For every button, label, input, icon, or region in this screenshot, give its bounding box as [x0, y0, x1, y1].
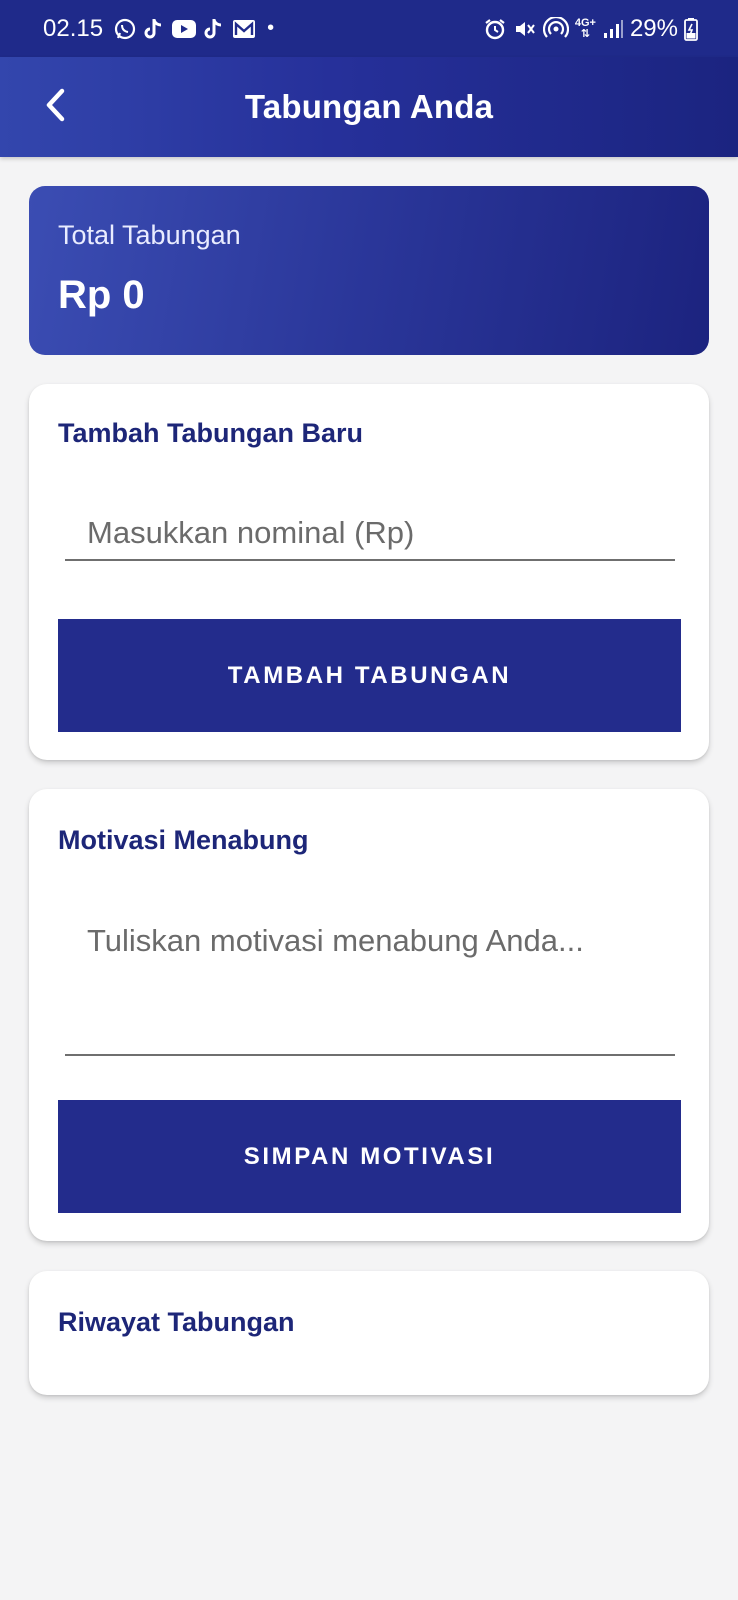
back-button[interactable] [30, 82, 80, 132]
status-bar-left: 02.15 • [43, 15, 274, 43]
tiktok-icon [143, 17, 165, 41]
signal-icon [602, 18, 624, 40]
add-savings-title: Tambah Tabungan Baru [58, 418, 364, 448]
notification-dot-icon: • [267, 17, 275, 39]
tiktok-icon [203, 17, 225, 41]
youtube-icon [171, 18, 197, 40]
amount-input-wrapper [65, 509, 675, 561]
app-bar: Tabungan Anda [0, 57, 738, 157]
history-card: Riwayat Tabungan [29, 1271, 709, 1395]
chevron-left-icon [40, 85, 70, 130]
total-savings-label: Total Tabungan [58, 220, 241, 250]
motivation-title: Motivasi Menabung [58, 825, 309, 855]
motivation-card: Motivasi Menabung SIMPAN MOTIVASI [29, 789, 709, 1241]
page-title: Tabungan Anda [244, 88, 494, 125]
status-time: 02.15 [43, 14, 104, 42]
add-savings-card: Tambah Tabungan Baru TAMBAH TABUNGAN [29, 384, 709, 760]
mail-icon [231, 17, 257, 41]
battery-percent: 29% [629, 14, 678, 42]
battery-charging-icon [684, 17, 698, 41]
mute-icon [513, 17, 537, 41]
history-title: Riwayat Tabungan [58, 1307, 295, 1337]
hotspot-icon [542, 16, 569, 41]
status-bar-right: 4G+ ⇅ 29% [483, 15, 698, 43]
status-bar: 02.15 • 4G+ ⇅ 29% [0, 0, 738, 57]
alarm-icon [483, 17, 507, 41]
total-savings-card: Total Tabungan Rp 0 [29, 186, 709, 355]
motivation-textarea[interactable] [65, 899, 675, 1049]
motivation-input-wrapper [65, 899, 675, 1056]
save-motivation-button[interactable]: SIMPAN MOTIVASI [58, 1100, 681, 1213]
total-savings-value: Rp 0 [58, 273, 145, 317]
whatsapp-icon [113, 17, 137, 41]
amount-input[interactable] [65, 509, 675, 557]
network-type-icon: 4G+ ⇅ [574, 16, 596, 40]
add-savings-button[interactable]: TAMBAH TABUNGAN [58, 619, 681, 732]
